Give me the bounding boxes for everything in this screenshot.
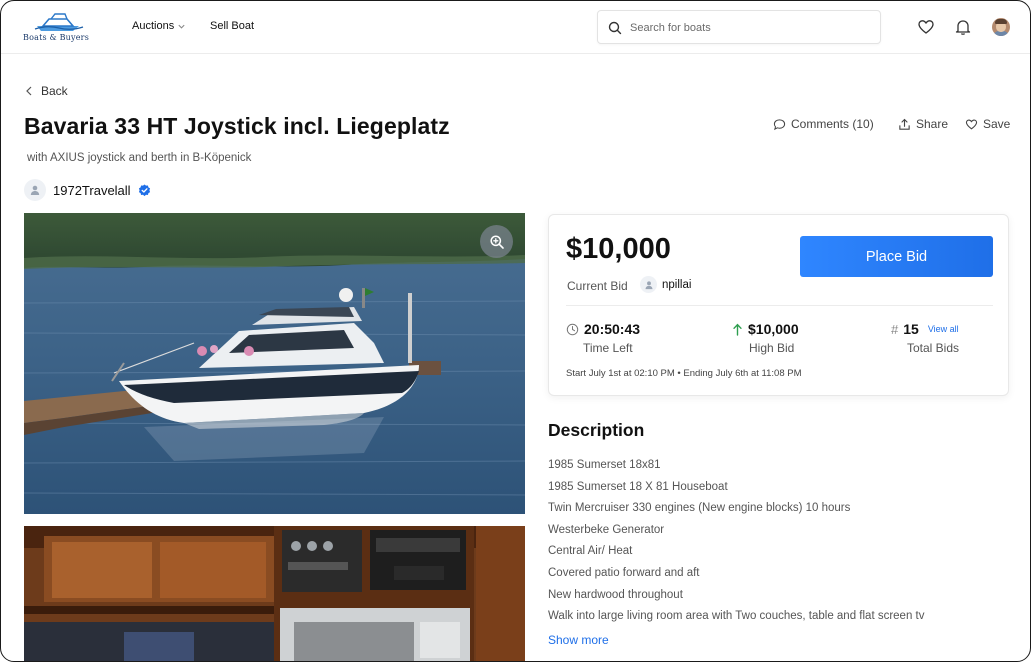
share-icon bbox=[899, 118, 910, 130]
current-bid-label: Current Bid bbox=[567, 279, 628, 293]
description-line: Covered patio forward and aft bbox=[548, 566, 700, 579]
boat-interior-image bbox=[24, 526, 525, 661]
description-list: 1985 Sumerset 18x81 1985 Sumerset 18 X 8… bbox=[548, 456, 925, 629]
favorites-heart-icon[interactable] bbox=[917, 18, 935, 36]
description-line: New hardwood throughout bbox=[548, 588, 683, 601]
comment-icon bbox=[773, 118, 786, 130]
user-avatar[interactable] bbox=[992, 18, 1010, 36]
clock-icon bbox=[566, 323, 579, 335]
top-header: Boats & Buyers Auctions Sell Boat bbox=[1, 1, 1030, 54]
place-bid-button[interactable]: Place Bid bbox=[800, 236, 993, 277]
search-box[interactable] bbox=[597, 10, 881, 44]
back-link[interactable]: Back bbox=[25, 84, 68, 98]
save-label: Save bbox=[983, 117, 1011, 131]
listing-title: Bavaria 33 HT Joystick incl. Liegeplatz bbox=[24, 113, 450, 139]
back-label: Back bbox=[41, 84, 68, 98]
chevron-left-icon bbox=[26, 86, 32, 96]
bidder-name: npillai bbox=[662, 278, 692, 291]
user-icon bbox=[30, 185, 40, 195]
boat-on-lake-image bbox=[24, 213, 525, 514]
high-bid-label: High Bid bbox=[749, 341, 795, 355]
total-bids-stat: # 15 View all Total Bids bbox=[891, 321, 959, 355]
share-button[interactable]: Share bbox=[898, 117, 948, 131]
total-bids-label: Total Bids bbox=[907, 341, 960, 355]
arrow-up-icon bbox=[733, 323, 742, 336]
description-line: Westerbeke Generator bbox=[548, 523, 665, 536]
bidder-avatar bbox=[640, 276, 657, 293]
show-more-link[interactable]: Show more bbox=[548, 633, 609, 647]
search-icon bbox=[608, 21, 622, 35]
brand-logo[interactable]: Boats & Buyers bbox=[23, 11, 95, 45]
share-label: Share bbox=[916, 117, 949, 131]
auction-dates: Start July 1st at 02:10 PM • Ending July… bbox=[566, 368, 802, 379]
current-bidder[interactable]: npillai bbox=[640, 276, 691, 293]
comments-button[interactable]: Comments (10) bbox=[773, 117, 874, 131]
heart-icon bbox=[965, 118, 978, 130]
chevron-down-icon bbox=[178, 24, 185, 29]
hash-icon: # bbox=[891, 321, 899, 337]
seller-name: 1972Travelall bbox=[53, 182, 131, 198]
notifications-bell-icon[interactable] bbox=[954, 18, 972, 36]
logo-wordmark: Boats & Buyers bbox=[23, 33, 90, 42]
zoom-in-icon bbox=[489, 234, 504, 249]
nav-auctions[interactable]: Auctions bbox=[132, 20, 186, 32]
description-line: 1985 Sumerset 18x81 bbox=[548, 459, 661, 471]
save-button[interactable]: Save bbox=[965, 117, 1010, 131]
view-all-bids-link[interactable]: View all bbox=[928, 324, 959, 334]
time-left-stat: 20:50:43 Time Left bbox=[566, 321, 640, 355]
high-bid-value: $10,000 bbox=[748, 321, 799, 337]
app-frame: Boats & Buyers Auctions Sell Boat Search… bbox=[0, 0, 1031, 662]
interior-boat-photo[interactable] bbox=[24, 526, 525, 661]
nav-sell-boat[interactable]: Sell Boat bbox=[210, 20, 254, 32]
listing-subtitle: with AXIUS joystick and berth in B-Köpen… bbox=[27, 152, 252, 164]
description-line: 1985 Sumerset 18 X 81 Houseboat bbox=[548, 480, 728, 493]
total-bids-value: 15 bbox=[903, 321, 919, 337]
user-icon bbox=[645, 280, 652, 289]
zoom-in-button[interactable] bbox=[480, 225, 513, 258]
nav-auctions-label: Auctions bbox=[132, 20, 175, 32]
bid-card: $10,000 Current Bid npillai Place Bid 20… bbox=[548, 214, 1009, 396]
description-line: Walk into large living room area with Tw… bbox=[548, 610, 925, 623]
comments-label: Comments (10) bbox=[791, 117, 874, 131]
verified-badge-icon bbox=[138, 183, 150, 196]
seller-avatar bbox=[24, 179, 46, 201]
description-line: Twin Mercruiser 330 engines (New engine … bbox=[548, 502, 851, 515]
description-line: Central Air/ Heat bbox=[548, 545, 633, 558]
time-left-label: Time Left bbox=[583, 341, 633, 355]
bid-card-divider bbox=[566, 305, 993, 306]
current-price: $10,000 bbox=[566, 233, 671, 265]
main-boat-photo[interactable] bbox=[24, 213, 525, 514]
seller-profile[interactable]: 1972Travelall bbox=[24, 179, 151, 201]
description-heading: Description bbox=[548, 420, 645, 440]
boat-logo-icon bbox=[34, 13, 84, 31]
high-bid-stat: $10,000 High Bid bbox=[732, 321, 799, 355]
time-left-value: 20:50:43 bbox=[584, 321, 641, 337]
search-input[interactable] bbox=[630, 19, 870, 37]
